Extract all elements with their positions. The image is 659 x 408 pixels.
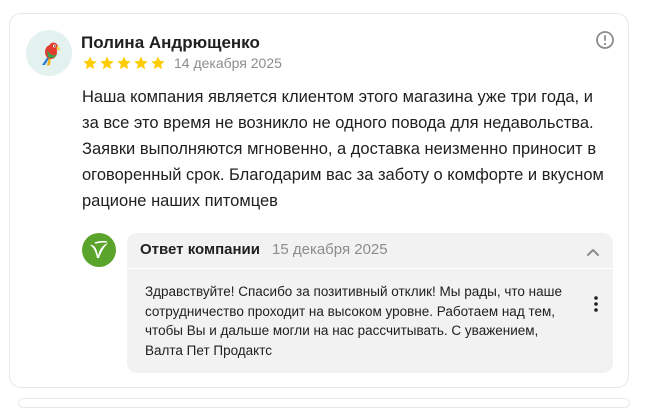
star-icon <box>134 56 148 70</box>
rating-stars <box>82 55 167 71</box>
review-card: Полина Андрющенко 14 декабря 2025 Наша к… <box>9 13 629 388</box>
reply-text: Здравствуйте! Спасибо за позитивный откл… <box>145 284 562 358</box>
company-logo-icon <box>90 240 108 258</box>
star-icon <box>100 56 114 70</box>
reply-date: 15 декабря 2025 <box>272 241 388 258</box>
review-text: Наша компания является клиентом этого ма… <box>82 88 604 210</box>
reply-divider <box>127 268 613 269</box>
star-icon <box>117 56 131 70</box>
parrot-icon <box>42 42 60 66</box>
company-logo <box>82 233 116 267</box>
company-reply: Ответ компании 15 декабря 2025 Здравству… <box>127 233 613 373</box>
info-icon[interactable] <box>595 30 615 55</box>
avatar[interactable] <box>26 30 72 76</box>
star-icon <box>83 56 97 70</box>
author-name[interactable]: Полина Андрющенко <box>81 33 260 53</box>
star-icon <box>151 56 165 70</box>
review-date: 14 декабря 2025 <box>174 55 282 71</box>
next-review-card <box>18 398 630 408</box>
more-options-icon[interactable] <box>593 295 599 318</box>
chevron-up-icon[interactable] <box>586 244 600 262</box>
reply-title: Ответ компании <box>140 241 260 258</box>
reply-header[interactable]: Ответ компании 15 декабря 2025 <box>127 233 613 267</box>
